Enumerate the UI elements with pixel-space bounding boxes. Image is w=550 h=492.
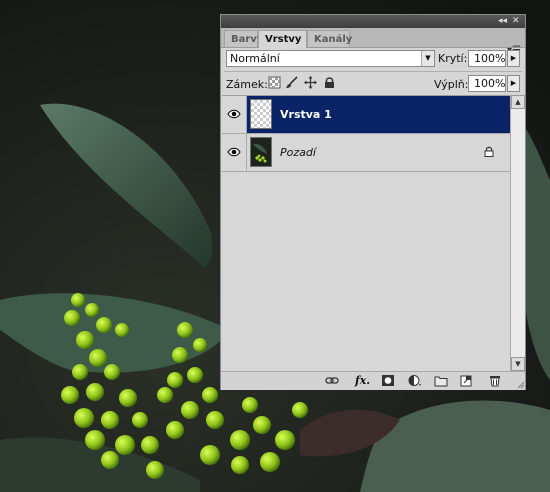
tab-vrstvy[interactable]: Vrstvy	[258, 30, 307, 48]
lock-icon	[484, 146, 494, 157]
layers-panel: ◂◂ ✕ Barvy Vrstvy Kanály ▾☰ Normální ▼ K…	[220, 14, 526, 390]
fill-input[interactable]: 100%	[468, 75, 506, 92]
eye-icon	[227, 109, 241, 119]
collapse-icon[interactable]: ◂◂	[498, 16, 507, 27]
adjustment-layer-icon[interactable]	[408, 374, 422, 387]
layers-scrollbar[interactable]: ▲ ▼	[510, 95, 525, 371]
chevron-down-icon[interactable]: ▼	[421, 51, 434, 66]
visibility-toggle[interactable]	[222, 96, 247, 133]
panel-titlebar[interactable]: ◂◂ ✕	[221, 15, 525, 28]
divider	[224, 71, 522, 72]
lock-brush-icon[interactable]	[285, 76, 298, 89]
thumbnail-image	[253, 143, 267, 163]
lock-label: Zámek:	[226, 78, 268, 91]
link-layers-icon[interactable]	[325, 374, 339, 387]
close-icon[interactable]: ✕	[512, 16, 520, 27]
panel-tabs: Barvy Vrstvy Kanály ▾☰	[221, 28, 525, 56]
blend-mode-select[interactable]: Normální ▼	[226, 50, 435, 67]
fx-icon[interactable]: fx.	[355, 374, 370, 387]
opacity-slider-arrow-icon[interactable]: ▶	[507, 50, 520, 67]
tab-kanaly[interactable]: Kanály	[307, 30, 352, 47]
fill-label: Výplň:	[434, 78, 469, 91]
resize-grip-icon[interactable]	[517, 381, 525, 389]
scroll-down-icon[interactable]: ▼	[511, 357, 525, 371]
layer-name[interactable]: Pozadí	[280, 146, 316, 159]
layer-thumbnail	[250, 99, 272, 129]
opacity-label: Krytí:	[438, 52, 468, 65]
eye-icon	[227, 147, 241, 157]
new-group-icon[interactable]	[434, 374, 448, 387]
opacity-input[interactable]: 100%	[468, 50, 506, 67]
lock-move-icon[interactable]	[304, 76, 317, 89]
fill-slider-arrow-icon[interactable]: ▶	[507, 75, 520, 92]
layer-row[interactable]: Vrstva 1	[222, 96, 510, 134]
layer-thumbnail	[250, 137, 272, 167]
lock-all-icon[interactable]	[323, 76, 336, 89]
layers-toolbar: fx.	[221, 371, 525, 390]
new-layer-icon[interactable]	[459, 374, 473, 387]
add-mask-icon[interactable]	[381, 374, 395, 387]
tab-barvy[interactable]: Barvy	[224, 30, 263, 47]
delete-layer-icon[interactable]	[488, 374, 502, 387]
layers-list: Vrstva 1 Pozadí	[222, 95, 510, 372]
scroll-up-icon[interactable]: ▲	[511, 95, 525, 109]
layer-row[interactable]: Pozadí	[222, 134, 510, 172]
layer-name[interactable]: Vrstva 1	[280, 108, 332, 121]
blend-mode-value: Normální	[230, 52, 280, 65]
lock-transparent-icon[interactable]	[268, 76, 281, 89]
visibility-toggle[interactable]	[222, 134, 247, 171]
